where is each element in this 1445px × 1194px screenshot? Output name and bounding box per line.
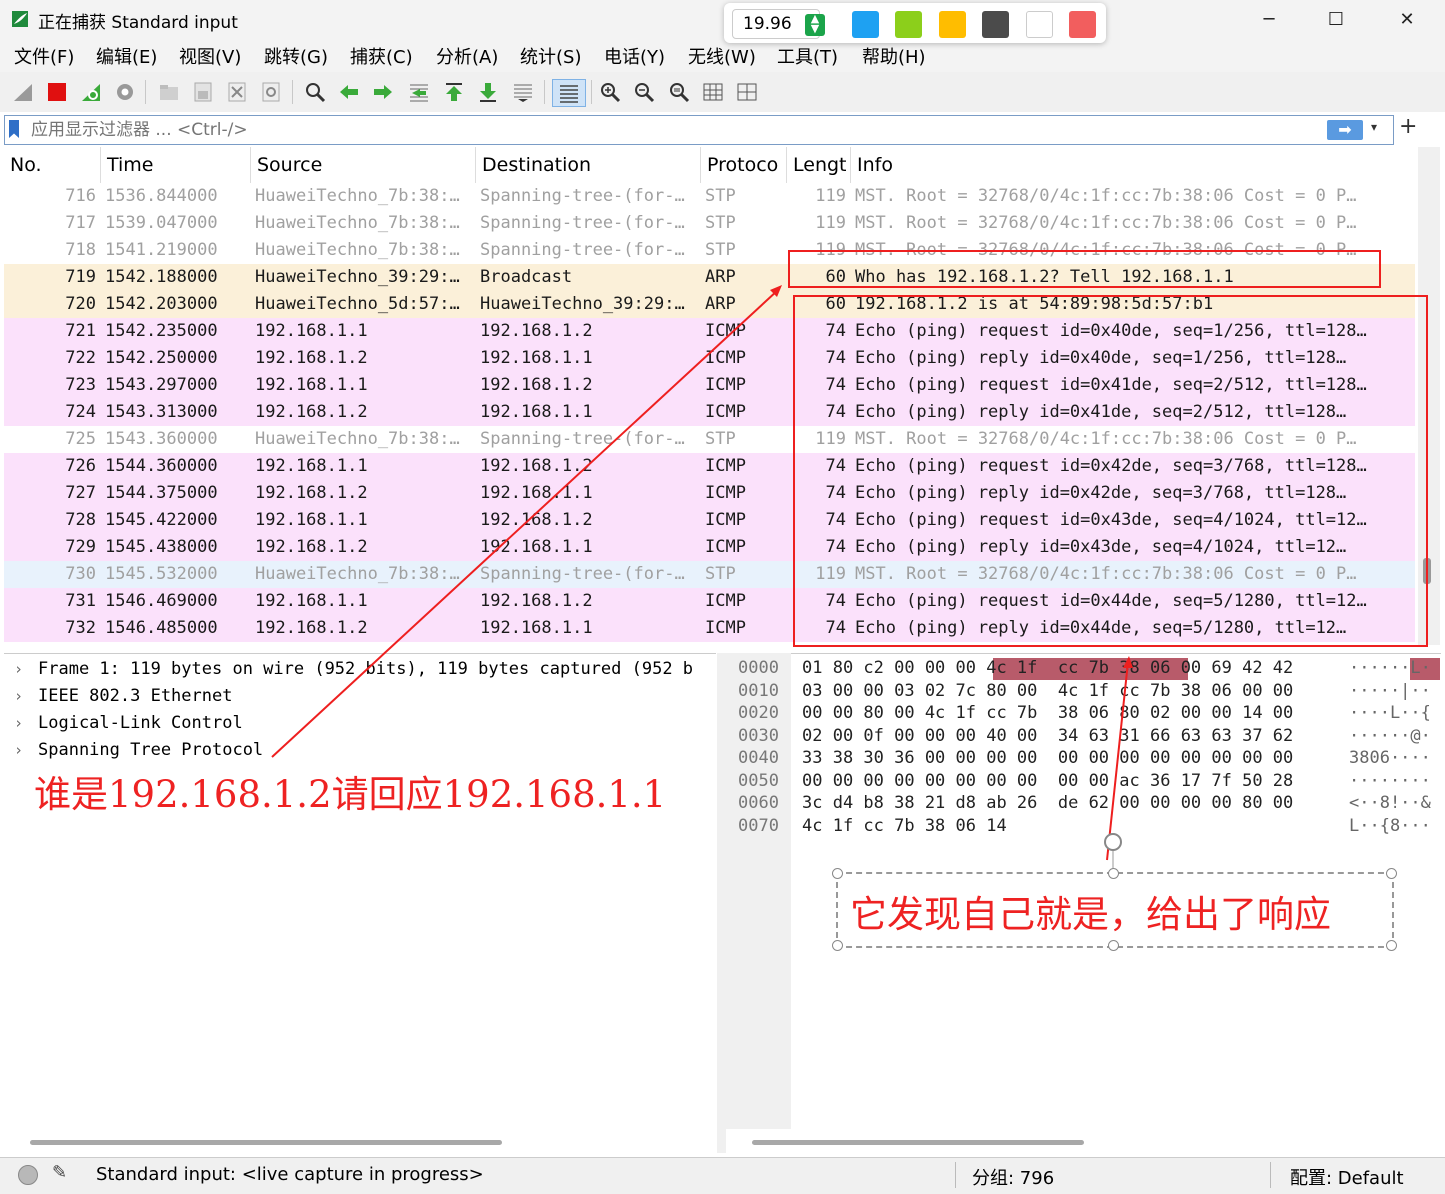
resize-handle[interactable] [1108,940,1119,951]
annotation-arrows [271,285,1133,872]
annotation-reply-text[interactable]: 它发现自己就是，给出了响应 [850,884,1331,938]
resize-handle[interactable] [832,868,843,879]
annotation-arp-question: 谁是192.168.1.2请回应192.168.1.1 [34,773,667,816]
resize-handle[interactable] [1386,868,1397,879]
resize-handle[interactable] [832,940,843,951]
resize-handle[interactable] [1386,940,1397,951]
resize-handle[interactable] [1108,868,1119,879]
